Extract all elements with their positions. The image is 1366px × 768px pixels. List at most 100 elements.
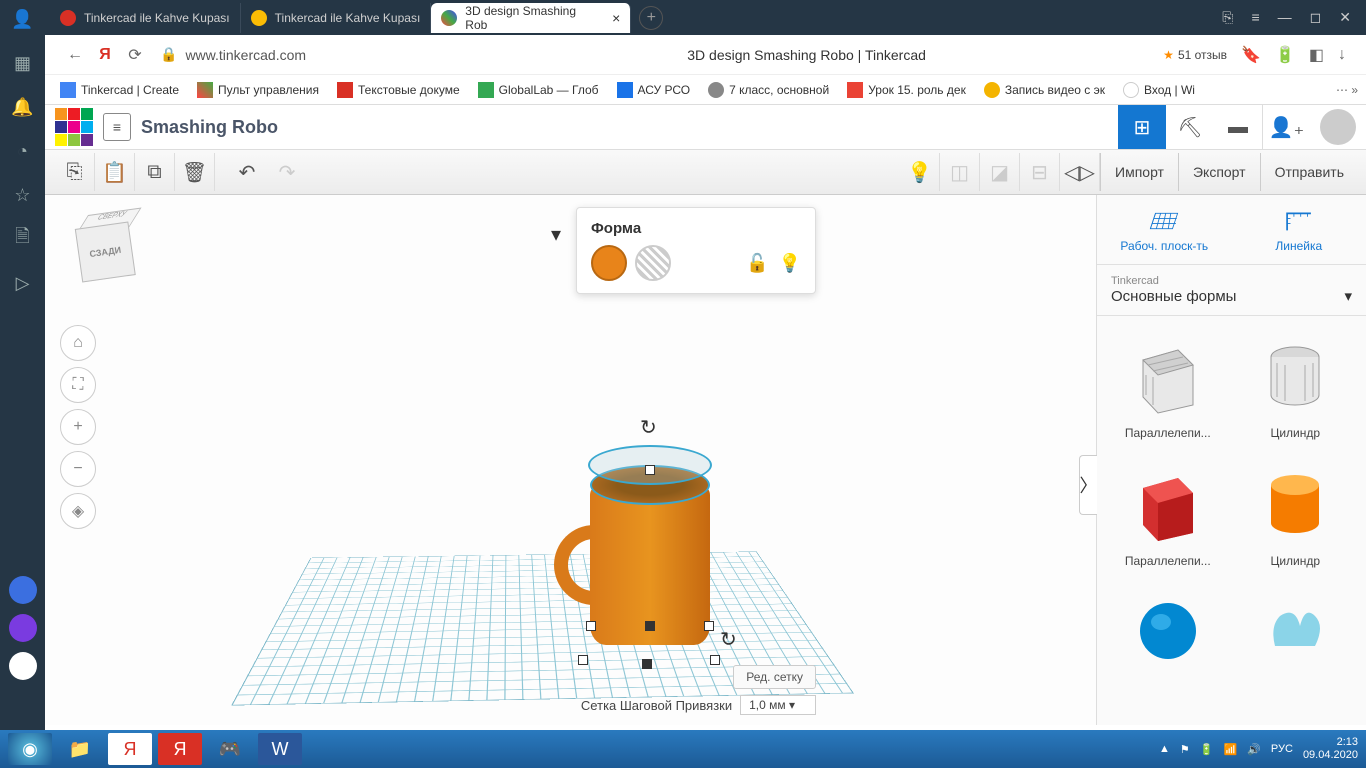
tab-3-active[interactable]: 3D design Smashing Rob ×: [431, 3, 631, 33]
fit-view-button[interactable]: ⛶: [60, 367, 96, 403]
zoom-out-button[interactable]: −: [60, 451, 96, 487]
profile-icon[interactable]: 👤: [12, 8, 34, 30]
ruler-tool[interactable]: Линейка: [1232, 195, 1366, 264]
blocks-view-button[interactable]: ⊞: [1118, 105, 1166, 149]
solid-color-swatch[interactable]: [591, 245, 627, 281]
selection-handle[interactable]: [710, 655, 720, 665]
clock-icon[interactable]: ◔: [12, 140, 34, 162]
project-menu-button[interactable]: ≡: [103, 113, 131, 141]
bookmark-item[interactable]: Запись видео с эк: [984, 82, 1105, 98]
bookmark-icon[interactable]: 🔖: [1241, 45, 1261, 65]
group-button[interactable]: ◫: [940, 153, 980, 191]
mirror-button[interactable]: ◁▷: [1060, 153, 1100, 191]
invite-button[interactable]: 👤₊: [1262, 105, 1310, 149]
panel-collapse-button[interactable]: 〉: [1079, 455, 1097, 515]
copy-button[interactable]: ⎘: [55, 153, 95, 191]
network-icon[interactable]: 📶: [1224, 743, 1238, 756]
category-dropdown[interactable]: Tinkercad Основные формы▾: [1097, 265, 1366, 316]
yandex-button[interactable]: Я: [90, 40, 120, 70]
download-icon[interactable]: ↓: [1338, 46, 1346, 64]
bookmark-item[interactable]: Tinkercad | Create: [60, 82, 179, 98]
assistant-icon-2[interactable]: [9, 614, 37, 642]
selection-handle[interactable]: [586, 621, 596, 631]
viewcube-front[interactable]: СЗАДИ: [75, 221, 136, 282]
send-button[interactable]: Отправить: [1260, 153, 1358, 191]
shape-box-hole[interactable]: Параллелепи...: [1111, 330, 1225, 440]
bookmark-item[interactable]: Урок 15. роль дек: [847, 82, 966, 98]
assistant-icon-1[interactable]: [9, 576, 37, 604]
menu-icon[interactable]: ≡: [1251, 9, 1259, 26]
lock-icon[interactable]: 🔓: [746, 253, 768, 274]
ungroup-button[interactable]: ◪: [980, 153, 1020, 191]
rotate-arrow-icon[interactable]: ↻: [720, 627, 737, 652]
back-button[interactable]: ←: [60, 40, 90, 70]
close-window-icon[interactable]: ✕: [1339, 9, 1351, 26]
workplane-tool[interactable]: Рабоч. плоск-ть: [1097, 195, 1232, 264]
bulb-button[interactable]: 💡: [900, 153, 940, 191]
flag-icon[interactable]: ⚑: [1180, 743, 1190, 756]
start-button[interactable]: ◉: [8, 733, 52, 765]
edit-grid-button[interactable]: Ред. сетку: [733, 665, 816, 689]
shape-sphere[interactable]: [1111, 586, 1225, 676]
minecraft-button[interactable]: ⛏: [1166, 105, 1214, 149]
bookmark-more-icon[interactable]: ⋯ »: [1336, 83, 1366, 97]
collapse-caret-icon[interactable]: ▾: [551, 222, 561, 247]
bookmark-item[interactable]: Вход | Wi: [1123, 82, 1195, 98]
shape-cylinder-solid[interactable]: Цилиндр: [1239, 458, 1353, 568]
zoom-in-button[interactable]: +: [60, 409, 96, 445]
url-field[interactable]: 🔒 www.tinkercad.com: [150, 46, 450, 63]
game-icon[interactable]: 🎮: [208, 733, 252, 765]
lego-button[interactable]: ▬: [1214, 105, 1262, 149]
selection-handle[interactable]: [578, 655, 588, 665]
snap-select[interactable]: 1,0 мм ▾: [740, 695, 816, 715]
newtab-button[interactable]: +: [639, 6, 663, 30]
bulb-icon[interactable]: 💡: [779, 253, 801, 274]
canvas[interactable]: СВЕРХУ СЗАДИ ⌂ ⛶ + − ◈: [0, 195, 1096, 725]
play-icon[interactable]: ▷: [12, 272, 34, 294]
bookmark-item[interactable]: Пульт управления: [197, 82, 319, 98]
shape-cylinder-hole[interactable]: Цилиндр: [1239, 330, 1353, 440]
hole-swatch[interactable]: [635, 245, 671, 281]
selection-handle[interactable]: [645, 621, 655, 631]
close-icon[interactable]: ×: [612, 10, 620, 26]
selection-handle[interactable]: [704, 621, 714, 631]
extension-icon[interactable]: ◧: [1309, 45, 1324, 65]
word-icon[interactable]: W: [258, 733, 302, 765]
shape-scribble[interactable]: [1239, 586, 1353, 676]
lang-indicator[interactable]: РУС: [1271, 743, 1293, 755]
tab-2[interactable]: Tinkercad ile Kahve Kupası: [241, 3, 432, 33]
panel-icon[interactable]: ⎘: [1222, 9, 1233, 26]
rating-badge[interactable]: ★51 отзыв: [1163, 48, 1227, 62]
yandex-app-icon[interactable]: Я: [158, 733, 202, 765]
import-button[interactable]: Импорт: [1100, 153, 1178, 191]
project-name[interactable]: Smashing Robo: [141, 117, 278, 138]
bell-icon[interactable]: 🔔: [12, 96, 34, 118]
user-avatar[interactable]: [1320, 109, 1356, 145]
apps-icon[interactable]: ▦: [12, 52, 34, 74]
home-view-button[interactable]: ⌂: [60, 325, 96, 361]
star-icon[interactable]: ☆: [12, 184, 34, 206]
clock[interactable]: 2:13 09.04.2020: [1303, 736, 1358, 762]
reload-button[interactable]: ⟳: [120, 40, 150, 70]
duplicate-button[interactable]: ⧉: [135, 153, 175, 191]
rotate-arrow-icon[interactable]: ↻: [640, 415, 657, 440]
tinkercad-logo[interactable]: [55, 108, 93, 146]
align-button[interactable]: ⊟: [1020, 153, 1060, 191]
tray-up-icon[interactable]: ▲: [1159, 743, 1170, 755]
paste-button[interactable]: 📋: [95, 153, 135, 191]
tab-1[interactable]: Tinkercad ile Kahve Kupası: [50, 3, 241, 33]
yandex-browser-icon[interactable]: Я: [108, 733, 152, 765]
bookmark-item[interactable]: 7 класс, основной: [708, 82, 829, 98]
viewcube[interactable]: СВЕРХУ СЗАДИ: [65, 210, 144, 289]
shape-box-solid[interactable]: Параллелепи...: [1111, 458, 1225, 568]
delete-button[interactable]: 🗑: [175, 153, 215, 191]
ortho-button[interactable]: ◈: [60, 493, 96, 529]
maximize-icon[interactable]: ◻: [1310, 9, 1322, 26]
battery-tray-icon[interactable]: 🔋: [1200, 743, 1214, 756]
bookmark-item[interactable]: АСУ РСО: [617, 82, 691, 98]
bookmark-item[interactable]: Текстовые докуме: [337, 82, 460, 98]
minimize-icon[interactable]: —: [1278, 9, 1292, 26]
undo-button[interactable]: ↶: [227, 153, 267, 191]
bookmark-item[interactable]: GlobalLab — Глоб: [478, 82, 599, 98]
selection-handle-top[interactable]: [645, 465, 655, 475]
